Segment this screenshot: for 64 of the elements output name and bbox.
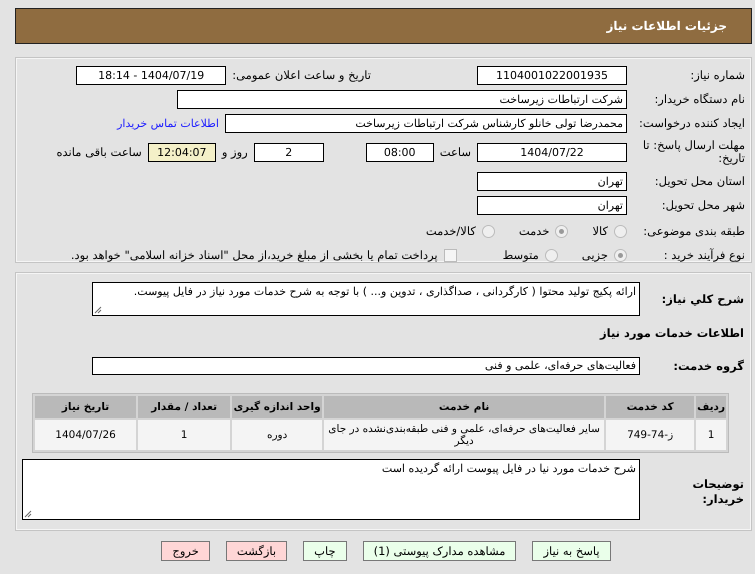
radio-button[interactable] <box>555 224 568 238</box>
column-header: نام خدمت <box>324 396 604 418</box>
action-button[interactable]: خروج <box>161 541 210 561</box>
table-cell: سایر فعالیت‌های حرفه‌ای، علمی و فنی طبقه‌بندی‌نشده در جای دیگر <box>324 420 604 450</box>
radio-button[interactable] <box>614 224 627 238</box>
option-label: کالا/خدمت <box>426 224 476 238</box>
action-button[interactable]: پاسخ به نیاز <box>532 541 611 561</box>
radio-button[interactable] <box>482 224 495 238</box>
notes-text: شرح خدمات مورد نیا در فایل پیوست ارائه گردیده است <box>382 462 636 475</box>
buyer-contact-link[interactable]: اطلاعات تماس خریدار <box>117 116 219 130</box>
field-label: نوع فرآیند خرید : <box>662 248 745 262</box>
resize-grip-icon[interactable] <box>24 510 32 518</box>
text-area[interactable]: ارائه پکیج تولید محتوا ( کارگردانی ، صداگذاری ، تدوین و... ) با توجه به شرح خدمات مورد نیاز در فایل پیوست. <box>92 282 640 316</box>
option-label: کالا <box>592 224 608 238</box>
column-header: ردیف <box>696 396 726 418</box>
table-cell: 1 <box>696 420 726 450</box>
table-cell: ز-74-749 <box>606 420 694 450</box>
option-label: خدمت <box>518 224 550 238</box>
days-label: روز و <box>222 145 248 159</box>
field-label: شرح کلي نیاز: <box>660 292 744 306</box>
field-label: طبقه بندی موضوعی: <box>642 224 745 238</box>
checkbox[interactable] <box>444 248 457 262</box>
input-field[interactable]: تهران <box>477 196 627 214</box>
time-label: ساعت <box>440 145 471 159</box>
column-header: تعداد / مقدار <box>138 396 230 418</box>
text-area[interactable]: شرح خدمات مورد نیا در فایل پیوست ارائه گردیده است <box>22 459 640 520</box>
field-label: شهر محل تحویل: <box>660 198 745 212</box>
radio-button[interactable] <box>614 248 627 262</box>
field-label: نام دستگاه خریدار: <box>653 92 745 106</box>
option-label: متوسط <box>502 248 539 262</box>
field-label: شماره نیاز: <box>689 68 745 82</box>
input-field[interactable]: تهران <box>477 172 627 190</box>
description-text: ارائه پکیج تولید محتوا ( کارگردانی ، صداگذاری ، تدوین و... ) با توجه به شرح خدمات مورد نیاز در فایل پیوست. <box>134 285 636 298</box>
table-cell: دوره <box>232 420 322 450</box>
action-button[interactable]: بازگشت <box>226 541 288 561</box>
input-field[interactable]: فعالیت‌های حرفه‌ای، علمی و فنی <box>92 357 640 375</box>
field-label: توضیحات خریدار: <box>692 477 744 507</box>
input-field[interactable]: شرکت ارتباطات زیرساخت <box>177 90 627 108</box>
field-label: تاریخ و ساعت اعلان عمومی: <box>232 68 371 82</box>
option-label: جزیی <box>582 248 608 262</box>
checkbox-label: پرداخت تمام یا بخشی از مبلغ خرید،از محل "اسناد خزانه اسلامی" خواهد بود. <box>70 248 438 262</box>
input-field[interactable]: محمدرضا تولی خانلو کارشناس شرکت ارتباطات زیرساخت <box>225 114 627 132</box>
input-field[interactable]: 08:00 <box>366 142 434 162</box>
field-label: گروه خدمت: <box>672 359 744 373</box>
column-header: کد خدمت <box>606 396 694 418</box>
input-field[interactable]: 1404/07/22 <box>477 142 627 162</box>
remaining-label: ساعت باقی مانده <box>56 145 142 159</box>
input-field: 12:04:07 <box>148 142 216 162</box>
input-field[interactable]: 2 <box>254 142 324 162</box>
action-button[interactable]: چاپ <box>303 541 347 561</box>
column-header: تاریخ نیاز <box>35 396 136 418</box>
radio-button[interactable] <box>544 248 558 262</box>
column-header: واحد اندازه گیری <box>232 396 322 418</box>
resize-grip-icon[interactable] <box>94 306 102 314</box>
page-title: جزئیات اطلاعات نیاز <box>606 19 727 33</box>
action-button[interactable]: مشاهده مدارک پیوستی (1) <box>362 541 516 561</box>
field-label: ایجاد کننده درخواست: <box>638 116 745 130</box>
section-heading: اطلاعات خدمات مورد نیاز <box>600 326 744 340</box>
field-label: مهلت ارسال پاسخ: تا تاریخ: <box>642 139 745 165</box>
table-cell: 1404/07/26 <box>35 420 136 450</box>
input-field[interactable]: 1404/07/19 - 18:14 <box>76 66 226 84</box>
field-label: استان محل تحویل: <box>654 174 745 188</box>
table-cell: 1 <box>138 420 230 450</box>
input-field[interactable]: 1104001022001935 <box>477 66 627 84</box>
